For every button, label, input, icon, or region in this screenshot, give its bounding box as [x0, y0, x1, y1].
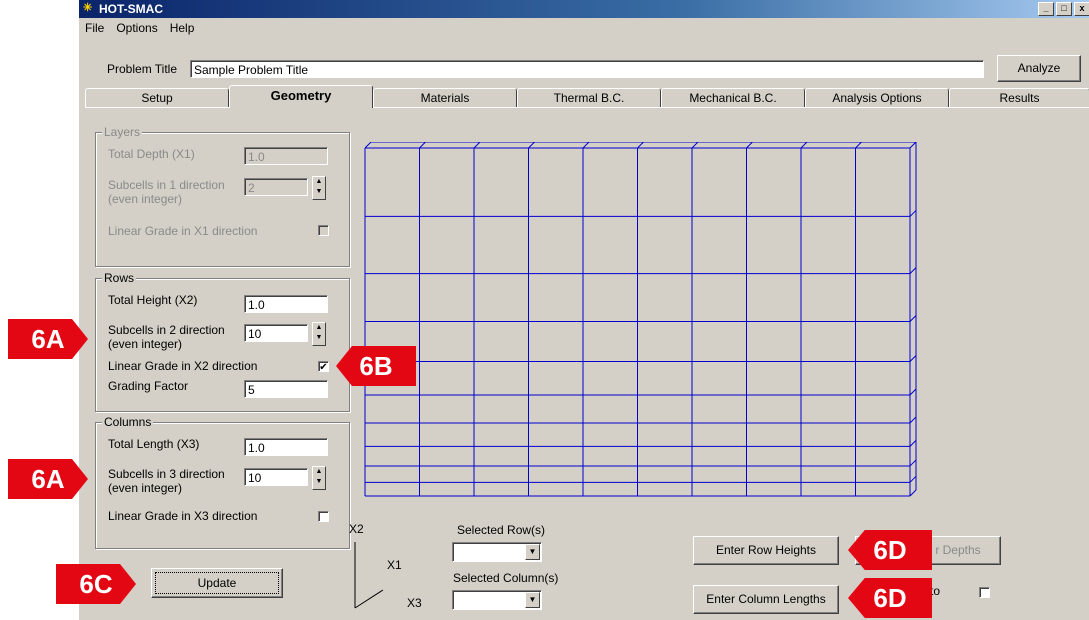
maximize-button[interactable]: □	[1056, 2, 1072, 16]
layers-caption: Layers	[102, 125, 143, 139]
mesh-depth-line	[909, 315, 917, 322]
axis-x1-label: X1	[387, 558, 402, 572]
mesh-depth-line	[746, 142, 753, 149]
rows-caption: Rows	[102, 271, 137, 285]
mesh-depth-line	[909, 489, 917, 497]
subcells-2-hint: (even integer)	[108, 337, 183, 351]
analyze-button[interactable]: Analyze	[997, 55, 1081, 82]
window-title: HOT-SMAC	[99, 2, 163, 16]
tab-materials[interactable]: Materials	[373, 88, 517, 108]
mesh-depth-line	[909, 355, 917, 362]
layers-group: Layers Total Depth (X1) 1.0 Subcells in …	[95, 125, 350, 267]
axis-x3-label: X3	[407, 596, 422, 610]
mesh-depth-line	[855, 142, 862, 149]
problem-title-input[interactable]: Sample Problem Title	[190, 60, 984, 78]
grading-factor-label: Grading Factor	[108, 379, 189, 393]
subcells-3-input[interactable]: 10	[244, 468, 308, 486]
mesh-depth-line	[909, 142, 917, 149]
mesh-depth-line	[909, 475, 917, 483]
enter-column-lengths-button[interactable]: Enter Column Lengths	[693, 585, 839, 614]
tab-setup[interactable]: Setup	[85, 88, 229, 108]
update-button[interactable]: Update	[151, 568, 283, 598]
grade-x2-label: Linear Grade in X2 direction	[108, 359, 258, 373]
callout-6d-top: 6D	[848, 530, 932, 570]
tab-mechanical-bc[interactable]: Mechanical B.C.	[661, 88, 805, 108]
chevron-down-icon: ▼	[525, 592, 540, 608]
mesh-depth-line	[637, 142, 644, 149]
tab-geometry[interactable]: Geometry	[229, 85, 373, 108]
subcells-1-hint: (even integer)	[108, 192, 183, 206]
mesh-depth-line	[909, 416, 917, 424]
tab-strip: Setup Geometry Materials Thermal B.C. Me…	[85, 85, 1089, 108]
selected-rows-label: Selected Row(s)	[457, 523, 546, 537]
subcells-2-input[interactable]: 10	[244, 324, 308, 342]
grading-factor-input[interactable]: 5	[244, 380, 328, 398]
total-height-label: Total Height (X2)	[108, 293, 198, 307]
total-length-input[interactable]: 1.0	[244, 438, 328, 456]
total-length-label: Total Length (X3)	[108, 437, 200, 451]
tab-thermal-bc[interactable]: Thermal B.C.	[517, 88, 661, 108]
grade-x1-checkbox[interactable]	[318, 225, 329, 236]
subcells-1-spinner[interactable]: ▲ ▼	[312, 176, 326, 200]
menu-options[interactable]: Options	[116, 21, 157, 35]
menu-file[interactable]: File	[85, 21, 104, 35]
problem-title-label: Problem Title	[107, 62, 178, 76]
mesh-grid	[364, 142, 917, 497]
mesh-depth-line	[364, 142, 372, 149]
mesh-depth-line	[800, 142, 808, 149]
mesh-depth-line	[419, 142, 426, 149]
axis-triad	[354, 542, 384, 609]
mesh-depth-line	[582, 142, 590, 149]
rows-group: Rows Total Height (X2) 1.0 Subcells in 2…	[95, 271, 350, 412]
grade-x3-label: Linear Grade in X3 direction	[108, 509, 258, 523]
selected-columns-dropdown[interactable]: ▼	[452, 590, 542, 610]
mesh-depth-line	[473, 142, 481, 149]
tab-results[interactable]: Results	[949, 88, 1089, 108]
chevron-down-icon: ▼	[525, 544, 540, 560]
selected-columns-label: Selected Column(s)	[453, 571, 559, 585]
mesh-depth-line	[691, 142, 699, 149]
close-button[interactable]: x	[1074, 2, 1089, 16]
total-depth-input[interactable]: 1.0	[244, 147, 328, 165]
axis-x2-label: X2	[349, 522, 364, 536]
mesh-lines	[364, 142, 917, 497]
grade-x1-label: Linear Grade in X1 direction	[108, 224, 258, 238]
menu-help[interactable]: Help	[170, 21, 195, 35]
grade-x3-checkbox[interactable]	[318, 511, 329, 522]
subcells-3-label: Subcells in 3 direction	[108, 467, 225, 481]
columns-caption: Columns	[102, 415, 154, 429]
callout-6c: 6C	[56, 564, 136, 604]
minimize-button[interactable]: _	[1038, 2, 1054, 16]
mesh-depth-line	[909, 459, 917, 467]
app-window: ✳ HOT-SMAC _ □ x File Options Help Probl…	[78, 0, 1089, 620]
subcells-3-spinner[interactable]: ▲ ▼	[312, 466, 326, 490]
mesh-depth-line	[909, 440, 917, 447]
tab-analysis-options[interactable]: Analysis Options	[805, 88, 949, 108]
title-bar: ✳ HOT-SMAC _ □ x	[79, 0, 1089, 18]
option-checkbox[interactable]	[979, 587, 990, 598]
enter-row-heights-button[interactable]: Enter Row Heights	[693, 536, 839, 565]
geometry-panel: Layers Total Depth (X1) 1.0 Subcells in …	[85, 107, 1089, 616]
subcells-1-input[interactable]: 2	[244, 178, 308, 196]
mesh-depth-line	[909, 267, 917, 275]
menu-bar: File Options Help	[79, 18, 1089, 38]
columns-group: Columns Total Length (X3) 1.0 Subcells i…	[95, 415, 350, 549]
subcells-2-label: Subcells in 2 direction	[108, 323, 225, 337]
callout-6a-bottom: 6A	[8, 459, 88, 499]
total-depth-label: Total Depth (X1)	[108, 147, 195, 161]
subcells-2-spinner[interactable]: ▲ ▼	[312, 322, 326, 346]
callout-6b: 6B	[336, 346, 416, 386]
subcells-1-label: Subcells in 1 direction	[108, 178, 225, 192]
callout-6a-top: 6A	[8, 319, 88, 359]
app-icon: ✳	[83, 2, 93, 14]
grade-x2-checkbox[interactable]: ✔	[318, 361, 329, 373]
callout-6d-bottom: 6D	[848, 578, 932, 618]
subcells-3-hint: (even integer)	[108, 481, 183, 495]
total-height-input[interactable]: 1.0	[244, 295, 328, 313]
selected-rows-dropdown[interactable]: ▼	[452, 542, 542, 562]
mesh-depth-line	[909, 210, 917, 217]
mesh-depth-line	[528, 142, 535, 149]
mesh-depth-line	[909, 388, 917, 396]
